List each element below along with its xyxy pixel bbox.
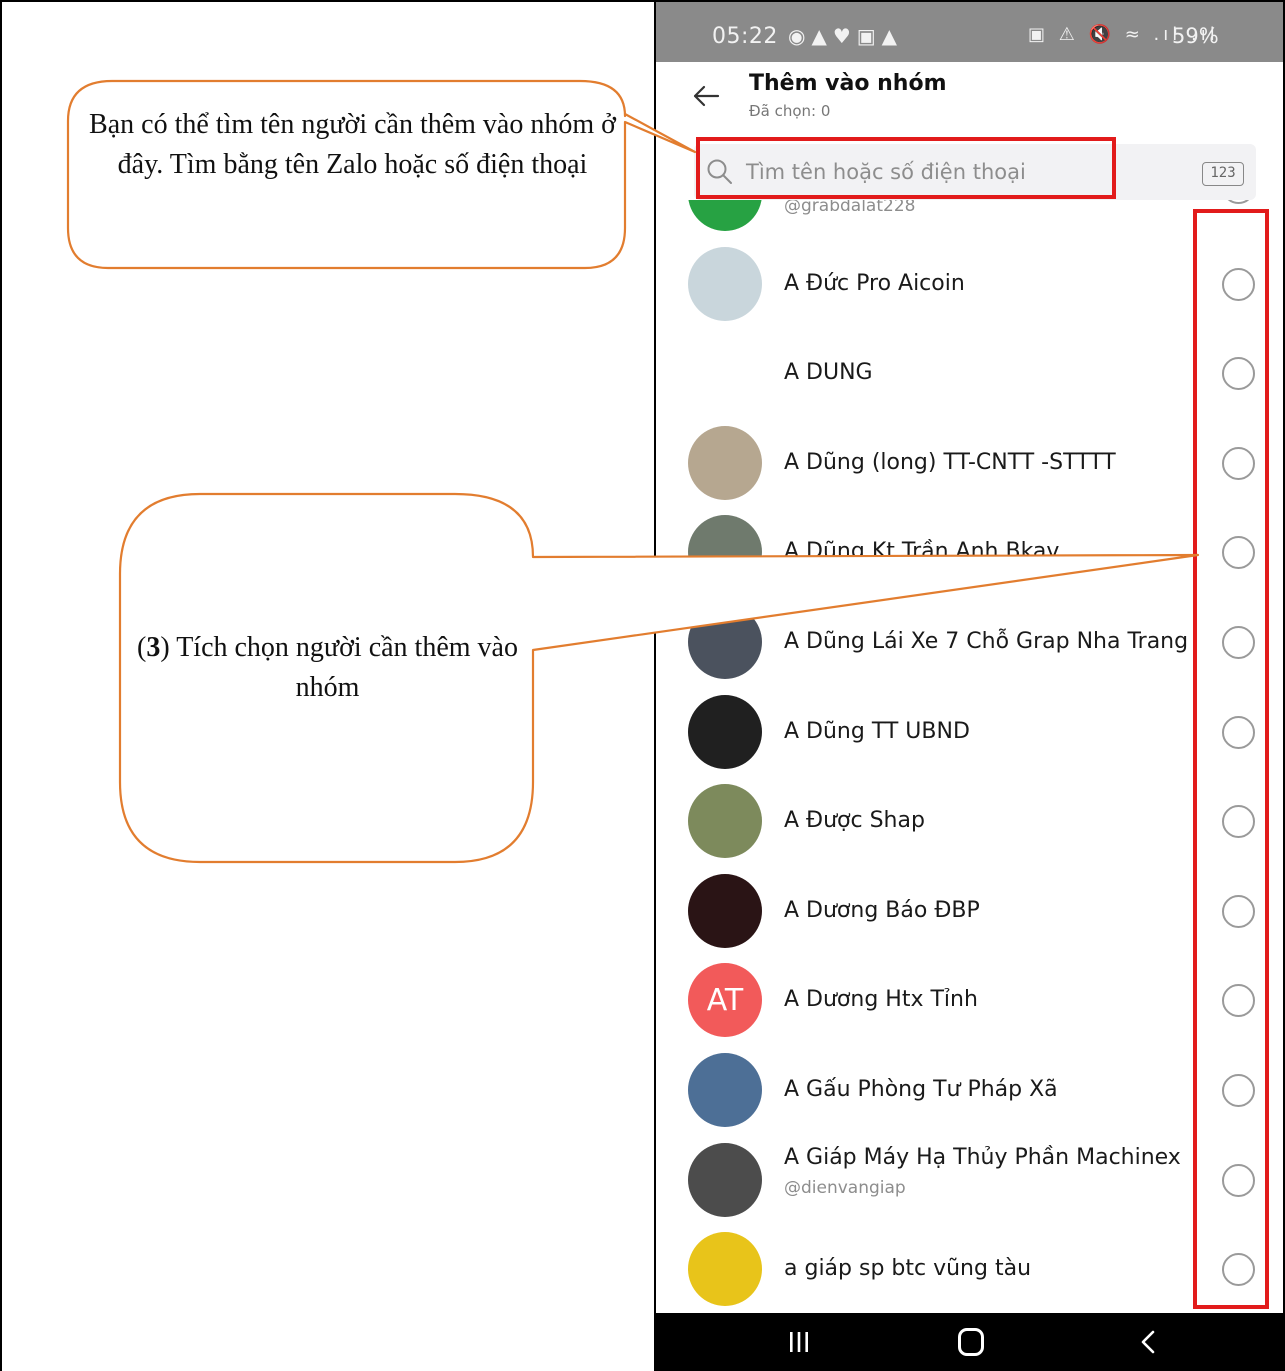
notification-icons: ◉▲♥▣▲ <box>788 24 904 48</box>
recent-apps-icon[interactable] <box>784 1327 814 1357</box>
step-number: 3 <box>146 632 161 663</box>
contact-name: A Dũng Kt Trần Anh Bkav <box>784 539 1060 565</box>
contact-row[interactable]: A Dương Báo ĐBP <box>656 866 1283 956</box>
contact-handle: @grabdalat228 <box>784 200 916 216</box>
contact-avatar <box>688 873 762 948</box>
contact-row[interactable]: A Dũng TT UBND <box>656 687 1283 777</box>
header: Thêm vào nhóm Đã chọn: 0 <box>656 62 1283 142</box>
android-nav-bar <box>656 1313 1283 1371</box>
contact-avatar <box>688 1142 762 1217</box>
contact-row[interactable]: @grabdalat228 <box>656 200 1283 239</box>
contact-avatar <box>688 694 762 769</box>
contact-avatar <box>688 515 762 590</box>
select-column-highlight-box <box>1193 209 1269 1309</box>
contact-row[interactable]: A Gấu Phòng Tư Pháp Xã <box>656 1045 1283 1135</box>
contact-avatar: AT <box>688 963 762 1038</box>
contact-name: A Gấu Phòng Tư Pháp Xã <box>784 1077 1058 1102</box>
battery-indicator: 59% <box>1172 24 1219 48</box>
contact-avatar <box>688 336 762 411</box>
search-highlight-box <box>696 137 1116 199</box>
status-bar: 05:22 ◉▲♥▣▲ ▣ ⚠ 🔇 ≈ .ıl .ıl 59% <box>656 2 1283 62</box>
status-time: 05:22 <box>712 24 778 49</box>
contact-row[interactable]: A Dũng Kt Trần Anh Bkav <box>656 507 1283 597</box>
contact-row[interactable]: A Được Shap <box>656 776 1283 866</box>
contact-avatar <box>688 605 762 679</box>
numeric-keypad-button[interactable]: 123 <box>1202 162 1244 186</box>
contact-row[interactable]: AT A Dương Htx Tỉnh <box>656 955 1283 1045</box>
contact-avatar <box>688 200 762 231</box>
contact-avatar <box>688 784 762 859</box>
home-icon[interactable] <box>958 1328 984 1356</box>
contact-name: A Đức Pro Aicoin <box>784 270 965 296</box>
contact-avatar <box>688 246 762 321</box>
select-checkbox[interactable] <box>1222 200 1255 204</box>
contact-row[interactable]: A Đức Pro Aicoin <box>656 239 1283 329</box>
contact-row[interactable]: A DUNG <box>656 328 1283 418</box>
table-border-left <box>0 0 2 1371</box>
contact-name: A DUNG <box>784 360 873 386</box>
contact-name: A Giáp Máy Hạ Thủy Phần Machinex <box>784 1144 1181 1170</box>
contact-avatar <box>688 425 762 500</box>
contact-row[interactable]: A Dũng (long) TT-CNTT -STTTT <box>656 418 1283 508</box>
step-instruction: Tích chọn người cần thêm vào nhóm <box>176 632 518 703</box>
callout-step-text: (3) Tích chọn người cần thêm vào nhóm <box>137 632 518 703</box>
nav-back-icon[interactable] <box>1134 1327 1164 1357</box>
contact-row[interactable]: a giáp sp btc vũng tàu <box>656 1224 1283 1312</box>
contact-name: A Dương Htx Tỉnh <box>784 987 978 1013</box>
contact-name: A Dũng Lái Xe 7 Chỗ Grap Nha Trang <box>784 629 1189 654</box>
selected-count: Đã chọn: 0 <box>749 102 831 120</box>
contact-name: A Dũng (long) TT-CNTT -STTTT <box>784 449 1116 475</box>
avatar-initials: AT <box>706 982 744 1018</box>
back-arrow-icon[interactable] <box>688 78 724 114</box>
callout-search-text: Bạn có thể tìm tên người cần thêm vào nh… <box>89 109 616 180</box>
contact-name: A Dương Báo ĐBP <box>784 897 980 923</box>
contact-row[interactable]: A Dũng Lái Xe 7 Chỗ Grap Nha Trang <box>656 597 1283 687</box>
phone-screenshot: 05:22 ◉▲♥▣▲ ▣ ⚠ 🔇 ≈ .ıl .ıl 59% Thêm vào… <box>656 2 1283 1371</box>
contact-name: A Được Shap <box>784 808 925 834</box>
contact-avatar <box>688 1053 762 1127</box>
contact-handle: @dienvangiap <box>784 1177 906 1198</box>
contact-name: A Dũng TT UBND <box>784 718 970 744</box>
page-title: Thêm vào nhóm <box>749 71 947 96</box>
contact-row[interactable]: A Giáp Máy Hạ Thủy Phần Machinex @dienvan… <box>656 1135 1283 1225</box>
contact-avatar <box>688 1232 762 1307</box>
contact-name: a giáp sp btc vũng tàu <box>784 1256 1032 1282</box>
contact-list: @grabdalat228 A Đức Pro Aicoin A DUNG A Dũn… <box>656 200 1283 1312</box>
